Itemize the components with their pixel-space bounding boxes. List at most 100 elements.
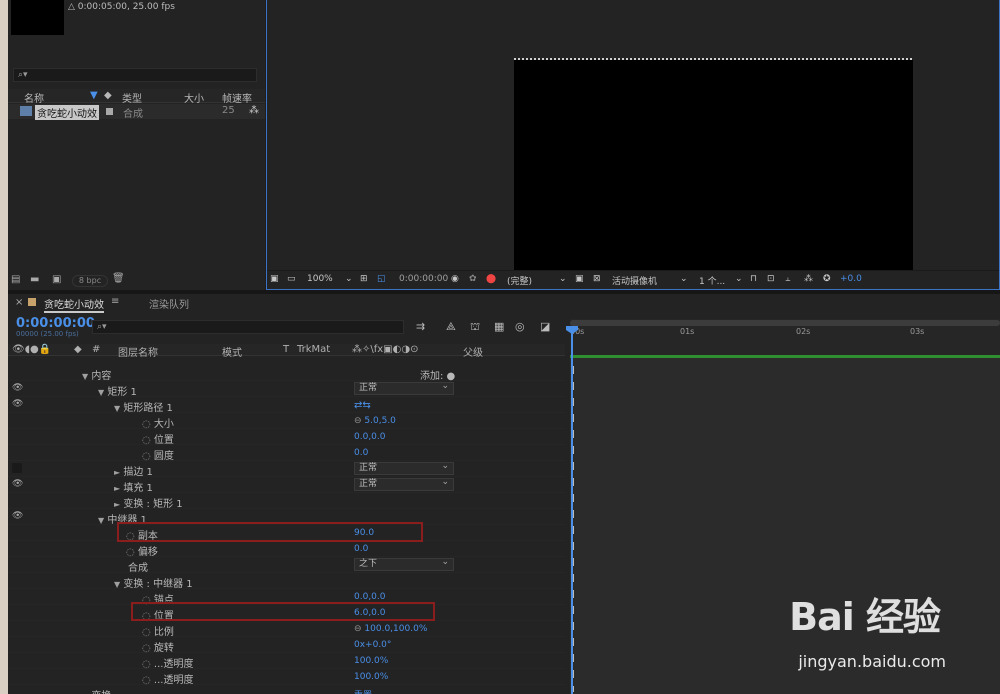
composition-canvas[interactable] <box>514 60 913 270</box>
draft-3d-icon[interactable]: ⟁ <box>446 320 456 334</box>
property-row[interactable]: 👁 ▼ 矩形 1 正常 <box>8 381 565 398</box>
property-row[interactable]: 合成 之下 <box>8 557 565 574</box>
work-area-bar[interactable] <box>570 320 1000 326</box>
project-search-input[interactable]: ⌕▾ <box>13 68 257 82</box>
graph-editor-icon[interactable]: ◪ <box>540 320 550 333</box>
property-row[interactable]: 👁 ▼ 矩形路径 1 ⇄⇆ <box>8 397 565 414</box>
col-name[interactable]: 名称 <box>24 90 44 105</box>
current-time-display[interactable]: 0:00:00:00 <box>16 316 95 331</box>
show-snapshot-icon[interactable]: ✿ <box>469 274 477 284</box>
timeline-icon[interactable]: ⫠ <box>785 274 790 284</box>
property-row[interactable]: ► 变换 重置 <box>8 685 565 694</box>
property-row[interactable]: ◌ 位置 0.0,0.0 <box>8 429 565 446</box>
constrain-link-icon[interactable]: ⊖ <box>354 416 362 426</box>
eye-toggle-empty[interactable] <box>12 463 22 473</box>
twirl-down-icon[interactable]: ▼ <box>98 388 104 397</box>
eye-icon[interactable]: 👁 <box>12 479 23 489</box>
twirl-right-icon[interactable]: ► <box>114 500 120 509</box>
project-item-row[interactable]: 贪吃蛇小动效 合成 25 ⁂ <box>8 104 265 120</box>
bpc-button[interactable]: 8 bpc <box>72 275 108 287</box>
views-select[interactable]: 1 个... <box>699 274 725 287</box>
always-preview-icon[interactable]: ▣ <box>270 274 279 284</box>
property-row[interactable]: ◌ 旋转 0x+0.0° <box>8 637 565 654</box>
trash-icon[interactable]: 🗑 <box>112 273 125 284</box>
col-parent[interactable]: 父级 <box>463 344 483 359</box>
channel-icon[interactable]: ⬤ <box>486 274 496 284</box>
property-value[interactable]: 100.0% <box>354 656 388 666</box>
viewer-timecode[interactable]: 0:00:00:00 <box>399 274 448 284</box>
property-value[interactable]: 0.0 <box>354 448 368 458</box>
close-icon[interactable]: × <box>15 297 23 308</box>
twirl-down-icon[interactable]: ▼ <box>114 580 120 589</box>
property-value[interactable]: 100.0% <box>354 672 388 682</box>
blend-mode-select[interactable]: 正常 <box>354 477 454 491</box>
timeline-search-input[interactable]: ⌕▾ <box>92 320 404 334</box>
property-row[interactable]: ◌ ...透明度 100.0% <box>8 669 565 686</box>
interpret-footage-icon[interactable]: ▤ <box>11 274 20 285</box>
shy-layers-icon[interactable]: ⛫ <box>470 320 480 335</box>
property-row[interactable]: 👁 ► 填充 1 正常 <box>8 477 565 494</box>
col-mode[interactable]: 模式 <box>222 344 242 359</box>
tab-menu-icon[interactable]: ≡ <box>111 296 119 307</box>
add-button[interactable]: 添加: ● <box>420 367 455 382</box>
mask-icon[interactable]: ◱ <box>377 274 386 284</box>
twirl-down-icon[interactable]: ▼ <box>114 404 120 413</box>
twirl-right-icon[interactable]: ► <box>114 484 120 493</box>
path-direction-icon[interactable]: ⇄⇆ <box>354 400 371 411</box>
display-icon[interactable]: ▭ <box>287 274 296 284</box>
chevron-down-icon-4[interactable]: ⌄ <box>735 274 743 284</box>
property-row[interactable]: ▼ 内容 添加: ● <box>8 365 565 382</box>
property-row[interactable]: ► 变换 : 矩形 1 <box>8 493 565 510</box>
col-trkmat[interactable]: TrkMat <box>297 344 330 355</box>
flow-icon[interactable]: ⁂ <box>249 105 259 116</box>
col-size[interactable]: 大小 <box>184 90 204 105</box>
zoom-select[interactable]: 100% <box>307 274 333 284</box>
tab-render-queue[interactable]: 渲染队列 <box>149 296 189 311</box>
camera-snapshot-icon[interactable]: ◉ <box>451 274 459 284</box>
col-fps[interactable]: 帧速率 <box>222 90 252 105</box>
playhead[interactable] <box>571 330 573 694</box>
new-comp-icon[interactable]: ▣ <box>52 274 61 285</box>
safe-zones-icon[interactable]: ⊞ <box>360 274 368 284</box>
motion-blur-icon[interactable]: ◎ <box>515 320 525 333</box>
exposure-icon[interactable]: ✪ <box>823 274 831 284</box>
reset-link[interactable]: 重置 <box>354 688 372 694</box>
transparency-grid-icon[interactable]: ⊠ <box>593 274 601 284</box>
col-layer-name[interactable]: 图层名称 <box>118 344 158 359</box>
track-area[interactable] <box>570 358 1000 694</box>
toggle-pixel-icon[interactable]: ⊓ <box>750 274 757 284</box>
sort-icon[interactable]: ▼ <box>90 90 98 101</box>
property-value[interactable]: 100.0,100.0% <box>364 624 427 634</box>
property-row[interactable]: ◌ ...透明度 100.0% <box>8 653 565 670</box>
property-row[interactable]: ► 描边 1 正常 <box>8 461 565 478</box>
property-value[interactable]: 0.0 <box>354 544 368 554</box>
chevron-down-icon[interactable]: ⌄ <box>345 274 353 284</box>
eye-icon[interactable]: 👁 <box>12 399 23 409</box>
property-row[interactable]: ◌ 大小 ⊖ 5.0,5.0 <box>8 413 565 430</box>
property-value[interactable]: 5.0,5.0 <box>364 416 396 426</box>
twirl-down-icon[interactable]: ▼ <box>98 516 104 525</box>
property-row[interactable]: ◌ 比例 ⊖ 100.0,100.0% <box>8 621 565 638</box>
property-value[interactable]: 0.0,0.0 <box>354 592 386 602</box>
exposure-value[interactable]: +0.0 <box>840 274 862 284</box>
new-folder-icon[interactable]: ▬ <box>30 274 39 285</box>
blend-mode-select[interactable]: 正常 <box>354 461 454 475</box>
property-row[interactable]: ◌ 偏移 0.0 <box>8 541 565 558</box>
eye-icon[interactable]: 👁 <box>12 511 23 521</box>
project-item-name[interactable]: 贪吃蛇小动效 <box>35 105 99 120</box>
chevron-down-icon-3[interactable]: ⌄ <box>680 274 688 284</box>
comp-mini-flowchart-icon[interactable]: ⇉ <box>416 320 425 333</box>
property-value[interactable]: 0.0,0.0 <box>354 432 386 442</box>
resolution-select[interactable]: (完整) <box>507 274 532 287</box>
col-type[interactable]: 类型 <box>122 90 142 105</box>
tab-composition[interactable]: 贪吃蛇小动效 <box>44 296 104 313</box>
twirl-down-icon[interactable]: ▼ <box>82 372 88 381</box>
constrain-link-icon[interactable]: ⊖ <box>354 624 362 634</box>
camera-select[interactable]: 活动摄像机 <box>612 274 657 287</box>
composite-select[interactable]: 之下 <box>354 557 454 571</box>
twirl-right-icon[interactable]: ► <box>114 468 120 477</box>
chevron-down-icon-2[interactable]: ⌄ <box>559 274 567 284</box>
blend-mode-select[interactable]: 正常 <box>354 381 454 395</box>
property-value[interactable]: 0x+0.0° <box>354 640 391 650</box>
frame-blending-icon[interactable]: ▦ <box>494 320 504 333</box>
